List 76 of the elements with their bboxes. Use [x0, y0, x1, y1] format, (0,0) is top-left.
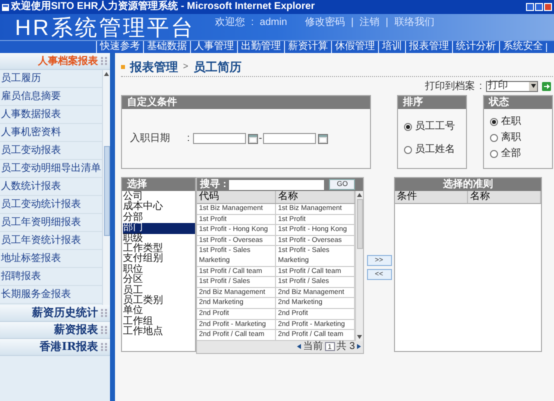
column-header: 条件	[395, 191, 468, 203]
sidebar-section-header[interactable]: 香港IR报表	[0, 339, 110, 356]
separator-text: :	[223, 178, 226, 192]
radio-button[interactable]	[404, 146, 412, 154]
next-page-icon[interactable]	[357, 344, 361, 350]
list-item[interactable]: 支付组别	[123, 254, 195, 265]
grip-icon	[101, 343, 107, 351]
maximize-icon[interactable]	[535, 3, 543, 11]
radio-label: 全部	[501, 146, 521, 161]
grip-icon	[101, 309, 107, 317]
panel-title: 选择的准则	[395, 178, 541, 191]
scroll-up-icon[interactable]	[104, 72, 109, 76]
field-label: 入职日期	[130, 132, 171, 146]
list-item[interactable]: 职位	[123, 264, 195, 276]
calendar-icon[interactable]	[248, 134, 258, 144]
panel-title: 选择	[122, 178, 195, 191]
sidebar-section-header[interactable]: 薪资报表	[0, 322, 110, 339]
column-header: 名称	[468, 191, 541, 203]
radio-label: 员工工号	[415, 120, 455, 134]
list-item[interactable]: 工作类型	[123, 244, 195, 254]
radio-label: 员工姓名	[415, 143, 455, 157]
panel-title: 排序	[398, 96, 466, 109]
scroll-down-icon[interactable]	[357, 334, 362, 339]
date-field[interactable]	[263, 133, 316, 144]
pager-total: 共 3	[336, 340, 355, 354]
welcome-text: 欢迎您	[215, 16, 245, 30]
breadcrumb-text: 员工简历	[193, 58, 242, 76]
column-header: 代码	[197, 191, 276, 203]
date-field[interactable]	[192, 133, 246, 144]
radio-button[interactable]	[404, 122, 412, 130]
dropdown-arrow-icon[interactable]	[530, 84, 536, 88]
calendar-icon[interactable]	[318, 134, 328, 144]
header-link[interactable]: 修改密码	[305, 15, 346, 30]
go-arrow-icon[interactable]	[542, 82, 551, 90]
separator-text: -	[258, 132, 262, 146]
pager-label: 当前	[302, 340, 323, 354]
breadcrumb-text[interactable]: 报表管理	[130, 58, 178, 76]
panel-title: 自定义条件	[122, 96, 370, 109]
separator-text: :	[251, 16, 254, 30]
search-label: 搜寻	[200, 178, 220, 191]
radio-button[interactable]	[490, 150, 498, 158]
radio-label: 离职	[501, 130, 521, 145]
sidebar-section-header[interactable]: 薪资历史统计	[0, 305, 110, 322]
section-title: 香港IR报表	[40, 338, 98, 355]
section-title: 人事档案报表	[38, 54, 98, 68]
section-title: 薪资历史统计	[32, 304, 98, 321]
panel-title: 状态	[484, 96, 552, 109]
scroll-up-icon[interactable]	[357, 193, 362, 197]
radio-button[interactable]	[490, 118, 498, 126]
grip-icon	[101, 326, 107, 334]
radio-button[interactable]	[490, 134, 498, 142]
separator-text: :	[479, 80, 482, 94]
minimize-icon[interactable]	[526, 3, 534, 11]
list-item[interactable]: 工作地点	[123, 327, 195, 338]
search-field[interactable]	[229, 180, 324, 190]
breadcrumb-icon	[121, 64, 125, 68]
grip-icon	[101, 57, 107, 65]
list-item[interactable]: 员工类别	[123, 296, 195, 306]
window-title: 欢迎使用SITO EHR人力资源管理系统 - Microsoft Internet Explorer	[11, 0, 315, 14]
separator-text: :	[187, 132, 190, 146]
section-title: 薪资报表	[54, 322, 98, 338]
logo: HR系统管理平台	[15, 15, 196, 40]
breadcrumb-text: >	[183, 60, 188, 73]
print-label: 打印到档案	[425, 80, 476, 94]
separator-text: |	[386, 16, 388, 30]
list-item[interactable]: 成本中心	[123, 202, 195, 213]
list-item[interactable]: 单位	[123, 306, 195, 317]
previous-page-icon[interactable]	[296, 344, 301, 350]
close-icon[interactable]	[544, 3, 552, 11]
radio-label: 在职	[501, 115, 521, 129]
user-name: admin	[260, 16, 288, 30]
separator-text: |	[351, 16, 354, 30]
list-item[interactable]: 分区	[123, 275, 195, 286]
browser-icon	[2, 4, 9, 10]
print-select[interactable]: 打印	[486, 80, 538, 92]
list-item[interactable]: 分部	[123, 212, 195, 224]
